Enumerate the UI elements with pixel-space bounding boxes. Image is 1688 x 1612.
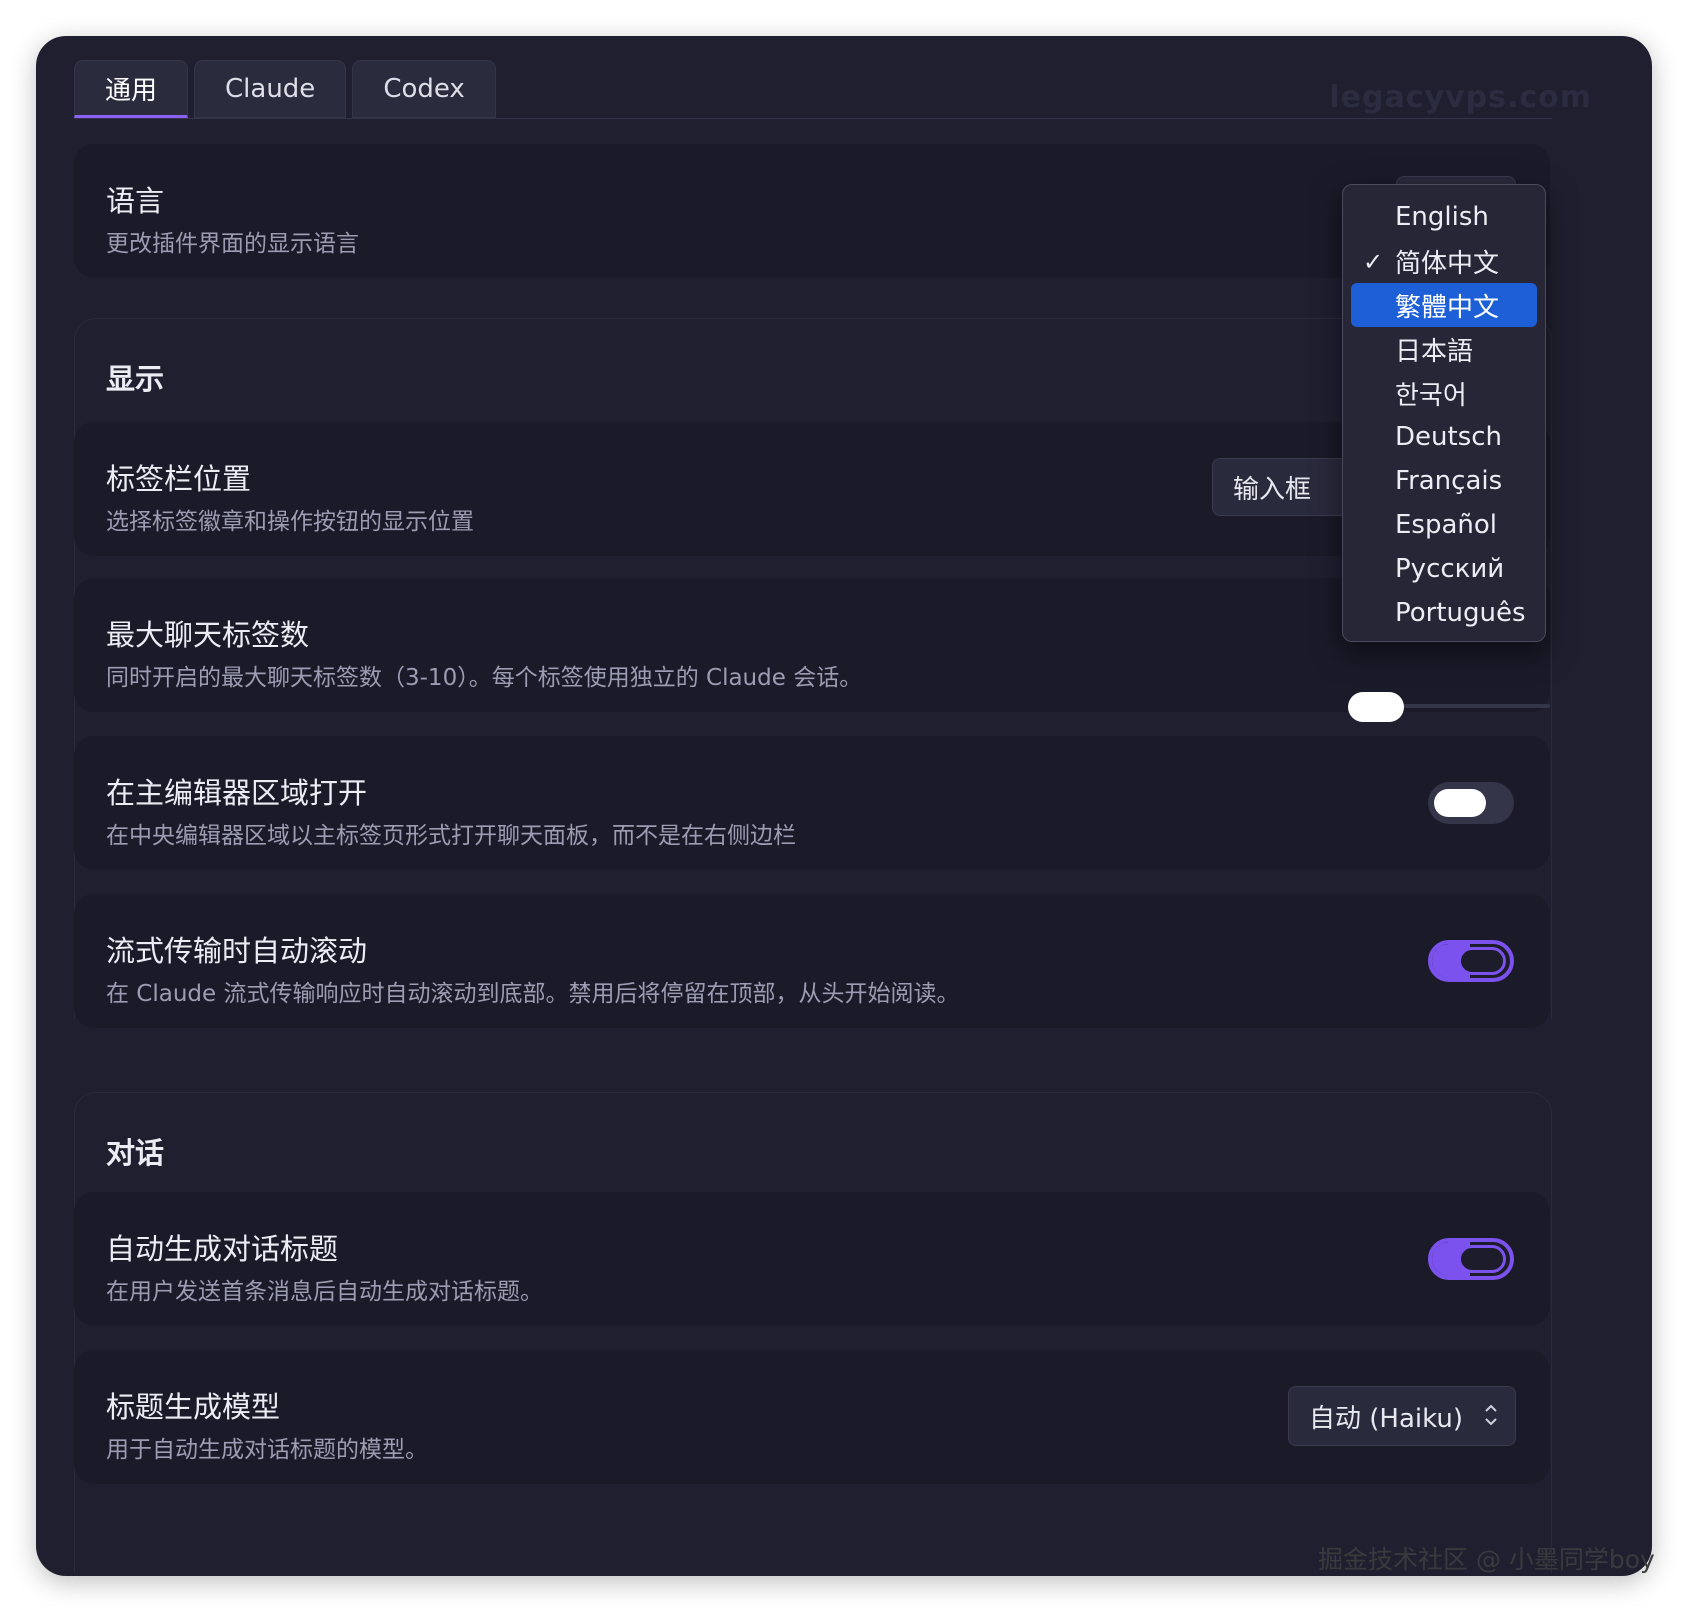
watermark-top: legacyvps.com	[1329, 80, 1592, 115]
dropdown-option-portuguese[interactable]: Português	[1351, 591, 1537, 635]
option-label: Português	[1395, 598, 1526, 628]
dropdown-option-korean[interactable]: 한국어	[1351, 371, 1537, 415]
option-label: Deutsch	[1395, 422, 1503, 452]
dropdown-option-english[interactable]: English	[1351, 195, 1537, 239]
setting-title: 流式传输时自动滚动	[106, 934, 368, 968]
setting-description: 在 Claude 流式传输响应时自动滚动到底部。禁用后将停留在顶部，从头开始阅读…	[106, 981, 960, 1007]
setting-title: 自动生成对话标题	[106, 1232, 339, 1266]
dropdown-option-traditional-chinese[interactable]: 繁體中文	[1351, 283, 1537, 327]
setting-description: 更改插件界面的显示语言	[106, 231, 359, 257]
chevron-up-down-icon	[1485, 1404, 1497, 1426]
toggle-knob	[1434, 789, 1486, 817]
title-model-select[interactable]: 自动 (Haiku)	[1288, 1386, 1516, 1446]
language-dropdown-menu: English ✓ 简体中文 繁體中文 日本語 한국어 Deutsch Franç…	[1342, 184, 1546, 642]
settings-tabs: 通用 Claude Codex	[74, 60, 496, 120]
select-value: 自动 (Haiku)	[1309, 1403, 1463, 1434]
max-tabs-slider-handle[interactable]	[1348, 692, 1404, 722]
setting-max-tabs: 最大聊天标签数 同时开启的最大聊天标签数（3-10）。每个标签使用独立的 Cla…	[74, 578, 1550, 712]
watermark-bottom: 掘金技术社区 @ 小墨同学boy	[1318, 1545, 1655, 1574]
open-in-editor-toggle[interactable]	[1428, 782, 1514, 824]
setting-description: 同时开启的最大聊天标签数（3-10）。每个标签使用独立的 Claude 会话。	[106, 665, 863, 691]
setting-description: 在中央编辑器区域以主标签页形式打开聊天面板，而不是在右侧边栏	[106, 823, 796, 849]
setting-description: 用于自动生成对话标题的模型。	[106, 1437, 428, 1463]
dropdown-option-german[interactable]: Deutsch	[1351, 415, 1537, 459]
setting-description: 在用户发送首条消息后自动生成对话标题。	[106, 1279, 543, 1305]
auto-title-toggle[interactable]	[1428, 1238, 1514, 1280]
toggle-knob	[1458, 1245, 1506, 1273]
setting-description: 选择标签徽章和操作按钮的显示位置	[106, 509, 474, 535]
dropdown-option-simplified-chinese[interactable]: ✓ 简体中文	[1351, 239, 1537, 283]
option-label: Français	[1395, 466, 1503, 496]
toggle-knob	[1458, 947, 1506, 975]
setting-title: 在主编辑器区域打开	[106, 776, 368, 810]
option-label: 繁體中文	[1395, 292, 1500, 323]
setting-language: 语言 更改插件界面的显示语言	[74, 144, 1550, 278]
setting-open-in-editor: 在主编辑器区域打开 在中央编辑器区域以主标签页形式打开聊天面板，而不是在右侧边栏	[74, 736, 1550, 870]
tab-claude[interactable]: Claude	[194, 60, 347, 118]
tab-general[interactable]: 通用	[74, 60, 189, 118]
option-label: 简体中文	[1395, 248, 1500, 279]
auto-scroll-toggle[interactable]	[1428, 940, 1514, 982]
dropdown-option-french[interactable]: Français	[1351, 459, 1537, 503]
option-label: English	[1395, 202, 1489, 232]
conversation-section	[74, 1092, 1552, 1573]
settings-window: 通用 Claude Codex legacyvps.com 语言 更改插件界面的…	[36, 36, 1652, 1576]
setting-title: 语言	[106, 184, 165, 218]
setting-auto-title: 自动生成对话标题 在用户发送首条消息后自动生成对话标题。	[74, 1192, 1550, 1326]
section-title-conversation: 对话	[106, 1136, 165, 1170]
dropdown-option-japanese[interactable]: 日本語	[1351, 327, 1537, 371]
tabs-divider	[74, 118, 1552, 119]
option-label: 日本語	[1395, 336, 1474, 367]
checkmark-icon: ✓	[1363, 248, 1384, 276]
setting-title: 标签栏位置	[106, 462, 252, 496]
setting-title: 标题生成模型	[106, 1390, 281, 1424]
setting-title: 最大聊天标签数	[106, 618, 310, 652]
option-label: Русский	[1395, 554, 1505, 584]
select-value: 输入框	[1233, 474, 1312, 505]
section-title-display: 显示	[106, 362, 165, 396]
dropdown-option-russian[interactable]: Русский	[1351, 547, 1537, 591]
option-label: 한국어	[1395, 380, 1467, 411]
dropdown-option-spanish[interactable]: Español	[1351, 503, 1537, 547]
setting-auto-scroll: 流式传输时自动滚动 在 Claude 流式传输响应时自动滚动到底部。禁用后将停留…	[74, 894, 1550, 1028]
option-label: Español	[1395, 510, 1498, 540]
tab-codex[interactable]: Codex	[352, 60, 496, 118]
